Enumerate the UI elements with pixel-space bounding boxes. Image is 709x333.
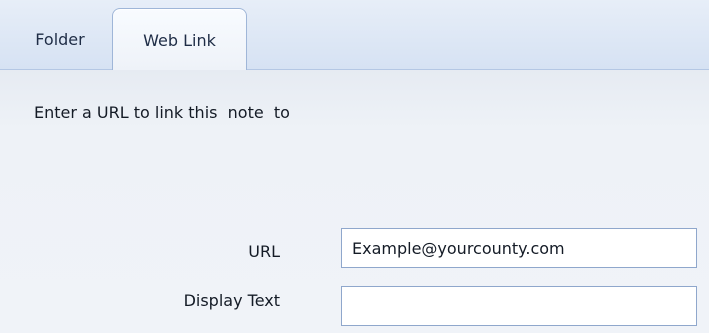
tab-folder-label: Folder xyxy=(35,29,85,49)
url-label: URL xyxy=(248,242,280,261)
tab-strip: Folder Web Link xyxy=(0,0,709,71)
display-text-input[interactable] xyxy=(341,286,697,326)
web-link-panel: Enter a URL to link this note to URL Dis… xyxy=(0,70,709,333)
tab-folder[interactable]: Folder xyxy=(0,8,110,70)
url-input[interactable] xyxy=(341,228,697,268)
display-text-label: Display Text xyxy=(183,291,280,310)
instruction-text: Enter a URL to link this note to xyxy=(34,103,290,122)
tab-web-link[interactable]: Web Link xyxy=(112,8,247,71)
web-link-dialog: Folder Web Link Enter a URL to link this… xyxy=(0,0,709,333)
tab-web-link-label: Web Link xyxy=(143,30,216,50)
